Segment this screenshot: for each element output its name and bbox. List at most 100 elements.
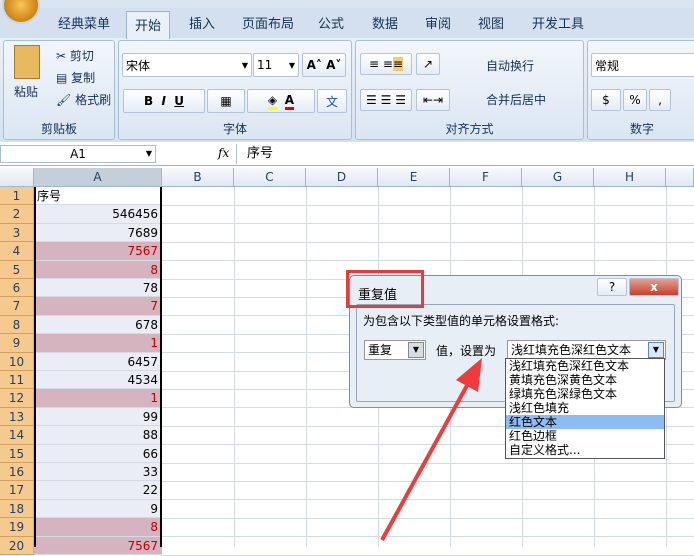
column-header-d[interactable]: D [306,168,378,187]
column-header-f[interactable]: F [450,168,522,187]
underline-button[interactable]: U [174,94,184,108]
tab-page-layout[interactable]: 页面布局 [242,13,294,32]
wrap-text-button[interactable]: 自动换行 [486,57,534,74]
fill-color-button[interactable]: ◈ A [247,89,315,113]
format-option[interactable]: 绿填充色深绿色文本 [506,387,664,401]
row-header[interactable]: 19 [0,518,34,537]
horizontal-align-buttons[interactable]: ☰ ☰ ☰ [360,89,412,111]
row-header[interactable]: 17 [0,481,34,500]
border-button[interactable]: ▦ [207,89,245,113]
column-header-c[interactable]: C [234,168,306,187]
row-header[interactable]: 3 [0,223,34,243]
tab-insert[interactable]: 插入 [189,13,215,32]
bis-buttons[interactable]: B I U [123,89,205,113]
tab-formulas[interactable]: 公式 [318,13,344,32]
format-painter-button[interactable]: 🖌 格式刷 [56,91,111,108]
table-cell[interactable]: 1 [34,389,162,408]
row-header[interactable]: 5 [0,260,34,279]
close-button[interactable]: x [629,278,679,296]
row-header[interactable]: 4 [0,242,34,261]
table-cell[interactable]: 99 [34,407,162,427]
row-header[interactable]: 8 [0,315,34,335]
paste-button[interactable]: 粘贴 [14,83,38,100]
row-header[interactable]: 1 [0,187,34,206]
column-header-h[interactable]: H [594,168,666,187]
orientation-button[interactable]: ↗ [416,53,440,75]
row-header[interactable]: 14 [0,426,34,445]
format-select-value: 浅红填充色深红色文本 [511,343,632,357]
row-header[interactable]: 9 [0,334,34,353]
table-cell[interactable]: 33 [34,463,162,482]
format-option[interactable]: 浅红色填充 [506,401,664,415]
font-color-button[interactable]: A [284,93,295,110]
tab-home[interactable]: 开始 [126,11,171,39]
font-size-select[interactable]: 11 ▼ [253,53,299,77]
row-header[interactable]: 18 [0,499,34,519]
table-cell[interactable]: 78 [34,279,162,298]
accounting-button[interactable]: $ [591,89,621,111]
percent-button[interactable]: % [623,89,647,111]
table-cell[interactable]: 7 [34,297,162,316]
column-header-e[interactable]: E [378,168,450,187]
table-cell[interactable]: 88 [34,426,162,445]
merge-center-button[interactable]: 合并后居中 [486,91,546,108]
table-cell[interactable]: 1 [34,334,162,353]
table-cell[interactable]: 6457 [34,352,162,371]
table-cell[interactable]: 7567 [34,242,162,261]
cut-button[interactable]: ✂ 剪切 [56,47,94,64]
name-box[interactable]: A1 ▼ [0,145,156,163]
font-group: 宋体 ▼ 11 ▼ A˄ A˅ B I U ▦ ◈ A 文 字体 [118,40,352,140]
format-select[interactable]: 浅红填充色深红色文本 ▼ [507,340,666,360]
alignment-label: 对齐方式 [445,122,494,136]
comma-button[interactable]: , [649,89,671,111]
table-cell[interactable]: 546456 [34,205,162,224]
column-header-i[interactable] [666,168,694,187]
row-header[interactable]: 16 [0,463,34,482]
table-cell[interactable]: 9 [34,499,162,519]
format-option[interactable]: 浅红填充色深红色文本 [506,359,664,373]
table-cell[interactable]: 66 [34,444,162,463]
italic-button[interactable]: I [161,94,165,108]
table-cell[interactable]: 678 [34,315,162,335]
red-arrow-annotation [380,358,482,541]
row-header[interactable]: 6 [0,279,34,298]
help-button[interactable]: ? [597,278,627,296]
format-option[interactable]: 红色文本 [506,415,664,429]
vertical-align-buttons[interactable]: ≡ ≡ ≡ [360,53,412,75]
row-header[interactable]: 10 [0,352,34,371]
format-option[interactable]: 自定义格式... [506,443,664,457]
phonetic-button[interactable]: 文 [317,89,347,113]
format-option[interactable]: 红色边框 [506,429,664,443]
table-cell[interactable]: 4534 [34,371,162,390]
column-header-a[interactable]: A [34,168,162,187]
tab-developer[interactable]: 开发工具 [532,13,584,32]
font-grow-shrink-button[interactable]: A˄ A˅ [302,53,346,77]
row-header[interactable]: 12 [0,389,34,408]
tab-data[interactable]: 数据 [372,13,398,32]
number-format-select[interactable]: 常规 [591,53,694,77]
row-header[interactable]: 2 [0,205,34,224]
table-cell[interactable]: 序号 [34,187,162,206]
column-header-b[interactable]: B [162,168,234,187]
table-cell[interactable]: 22 [34,481,162,500]
row-header[interactable]: 13 [0,407,34,427]
table-cell[interactable]: 7689 [34,223,162,243]
tab-classic-menu[interactable]: 经典菜单 [58,13,110,32]
formula-input[interactable]: 序号 [236,144,694,164]
bold-button[interactable]: B [144,94,153,108]
table-cell[interactable]: 8 [34,518,162,537]
row-header[interactable]: 11 [0,371,34,390]
select-all-corner[interactable] [0,168,34,187]
gridline [162,205,694,206]
row-header[interactable]: 15 [0,444,34,463]
tab-view[interactable]: 视图 [478,13,504,32]
font-name-select[interactable]: 宋体 ▼ [122,53,252,77]
table-cell[interactable]: 8 [34,260,162,279]
fx-icon[interactable]: fx [218,146,229,160]
row-header[interactable]: 7 [0,297,34,316]
indent-buttons[interactable]: ⇤⇥ [416,89,450,111]
column-header-g[interactable]: G [522,168,594,187]
copy-button[interactable]: ▤ 复制 [56,69,95,86]
tab-review[interactable]: 审阅 [425,13,451,32]
format-option[interactable]: 黄填充色深黄色文本 [506,373,664,387]
